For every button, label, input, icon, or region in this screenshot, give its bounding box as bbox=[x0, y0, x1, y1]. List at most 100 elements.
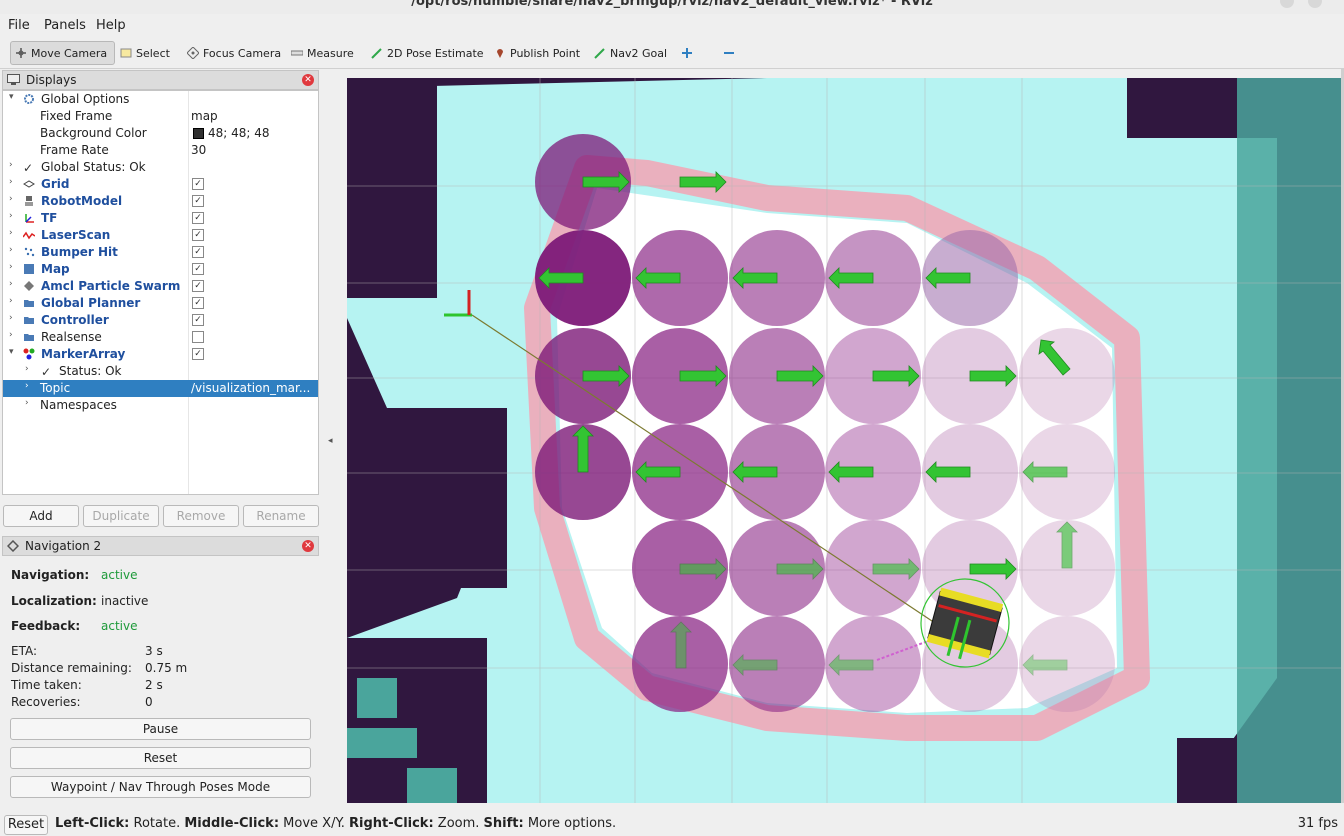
close-icon[interactable]: ✕ bbox=[302, 74, 314, 86]
collapsed-arrow-icon[interactable]: › bbox=[25, 381, 29, 391]
tree-row-status-ok[interactable]: › ✓ Status: Ok bbox=[3, 363, 318, 380]
expand-arrow-icon[interactable]: ▾ bbox=[9, 347, 14, 357]
collapsed-arrow-icon[interactable]: › bbox=[25, 364, 29, 374]
reset-navigation-button[interactable]: Reset bbox=[10, 747, 311, 769]
tree-label: Background Color bbox=[40, 126, 147, 140]
menu-bar: File Panels Help bbox=[0, 14, 1344, 38]
collapsed-arrow-icon[interactable]: › bbox=[9, 228, 13, 238]
reset-view-button[interactable]: Reset bbox=[4, 815, 48, 835]
tree-label: Namespaces bbox=[40, 398, 117, 412]
displays-title: Displays bbox=[26, 73, 77, 87]
menu-panels[interactable]: Panels bbox=[44, 18, 86, 33]
tree-row-global-planner[interactable]: › Global Planner ✓ bbox=[3, 295, 318, 312]
menu-help[interactable]: Help bbox=[96, 18, 126, 33]
collapsed-arrow-icon[interactable]: › bbox=[9, 211, 13, 221]
tree-row-bumper-hit[interactable]: › Bumper Hit ✓ bbox=[3, 244, 318, 261]
pose-estimate-tool[interactable]: 2D Pose Estimate bbox=[367, 41, 488, 65]
remove-tool-button[interactable] bbox=[719, 41, 743, 65]
splitter-arrow-icon[interactable]: ◂ bbox=[328, 436, 333, 446]
move-camera-icon bbox=[16, 48, 26, 58]
select-tool[interactable]: Select bbox=[116, 41, 174, 65]
display-checkbox[interactable]: ✓ bbox=[192, 263, 204, 275]
move-camera-tool[interactable]: Move Camera bbox=[10, 41, 115, 65]
add-tool-button[interactable] bbox=[677, 41, 701, 65]
collapsed-arrow-icon[interactable]: › bbox=[9, 245, 13, 255]
display-checkbox[interactable]: ✓ bbox=[192, 178, 204, 190]
display-checkbox[interactable]: ✓ bbox=[192, 246, 204, 258]
add-button[interactable]: Add bbox=[3, 505, 79, 527]
frame-rate-value[interactable]: 30 bbox=[191, 143, 206, 157]
tree-row-global-status[interactable]: › ✓ Global Status: Ok bbox=[3, 159, 318, 176]
collapsed-arrow-icon[interactable]: › bbox=[9, 313, 13, 323]
focus-camera-tool[interactable]: Focus Camera bbox=[183, 41, 285, 65]
tree-row-background-color[interactable]: Background Color 48; 48; 48 bbox=[3, 125, 318, 142]
tree-row-map[interactable]: › Map ✓ bbox=[3, 261, 318, 278]
color-swatch[interactable] bbox=[193, 128, 204, 139]
recoveries-label: Recoveries: bbox=[11, 695, 81, 709]
tree-row-markerarray[interactable]: ▾ MarkerArray ✓ bbox=[3, 346, 318, 363]
tree-row-topic[interactable]: › Topic /visualization_mar... bbox=[3, 380, 318, 397]
publish-point-label: Publish Point bbox=[510, 46, 581, 60]
collapsed-arrow-icon[interactable]: › bbox=[9, 330, 13, 340]
collapsed-arrow-icon[interactable]: › bbox=[9, 262, 13, 272]
display-checkbox[interactable]: ✓ bbox=[192, 280, 204, 292]
pause-button[interactable]: Pause bbox=[10, 718, 311, 740]
map-pin-icon bbox=[497, 49, 503, 58]
collapsed-arrow-icon[interactable]: › bbox=[9, 160, 13, 170]
tree-row-realsense[interactable]: › Realsense bbox=[3, 329, 318, 346]
menu-file[interactable]: File bbox=[8, 18, 30, 33]
tree-label: Global Options bbox=[41, 92, 130, 106]
remove-button[interactable]: Remove bbox=[163, 505, 239, 527]
folder-icon bbox=[24, 300, 34, 307]
tree-row-robotmodel[interactable]: › RobotModel ✓ bbox=[3, 193, 318, 210]
collapsed-arrow-icon[interactable]: › bbox=[9, 177, 13, 187]
collapsed-arrow-icon[interactable]: › bbox=[9, 279, 13, 289]
rename-button[interactable]: Rename bbox=[243, 505, 319, 527]
tree-row-tf[interactable]: › TF ✓ bbox=[3, 210, 318, 227]
tree-label: Realsense bbox=[41, 330, 102, 344]
close-icon[interactable]: ✕ bbox=[302, 540, 314, 552]
display-checkbox[interactable]: ✓ bbox=[192, 195, 204, 207]
waypoint-mode-button[interactable]: Waypoint / Nav Through Poses Mode bbox=[10, 776, 311, 798]
folder-icon bbox=[24, 334, 34, 341]
tree-row-controller[interactable]: › Controller ✓ bbox=[3, 312, 318, 329]
unknown-area bbox=[387, 408, 507, 588]
point-cloud-icon bbox=[24, 247, 35, 257]
display-checkbox[interactable]: ✓ bbox=[192, 348, 204, 360]
feedback-label: Feedback: bbox=[11, 619, 81, 633]
tree-row-grid[interactable]: › Grid ✓ bbox=[3, 176, 318, 193]
measure-tool[interactable]: Measure bbox=[287, 41, 358, 65]
ruler-icon bbox=[291, 50, 303, 56]
nav2-goal-tool[interactable]: Nav2 Goal bbox=[590, 41, 671, 65]
background-color-value[interactable]: 48; 48; 48 bbox=[208, 126, 270, 140]
tree-row-global-options[interactable]: ▾ Global Options bbox=[3, 91, 318, 108]
pose-arrow-icon bbox=[371, 48, 382, 59]
tree-label: Grid bbox=[41, 177, 70, 191]
tree-row-laserscan[interactable]: › LaserScan ✓ bbox=[3, 227, 318, 244]
render-viewport[interactable] bbox=[347, 78, 1341, 803]
hint-text: Move X/Y. bbox=[279, 816, 350, 831]
display-checkbox[interactable]: ✓ bbox=[192, 314, 204, 326]
hint-text: Zoom. bbox=[433, 816, 484, 831]
publish-point-tool[interactable]: Publish Point bbox=[490, 41, 584, 65]
eta-label: ETA: bbox=[11, 644, 38, 658]
collapsed-arrow-icon[interactable]: › bbox=[9, 296, 13, 306]
tree-label: Global Planner bbox=[41, 296, 141, 310]
hint-text: Rotate. bbox=[129, 816, 185, 831]
tree-row-fixed-frame[interactable]: Fixed Frame map bbox=[3, 108, 318, 125]
display-checkbox[interactable]: ✓ bbox=[192, 229, 204, 241]
collapsed-arrow-icon[interactable]: › bbox=[25, 398, 29, 408]
display-checkbox[interactable]: ✓ bbox=[192, 297, 204, 309]
display-checkbox[interactable]: ✓ bbox=[192, 212, 204, 224]
fixed-frame-value[interactable]: map bbox=[191, 109, 218, 123]
duplicate-button[interactable]: Duplicate bbox=[83, 505, 159, 527]
tree-row-namespaces[interactable]: › Namespaces bbox=[3, 397, 318, 414]
topic-value[interactable]: /visualization_mar... bbox=[191, 381, 310, 395]
tree-row-frame-rate[interactable]: Frame Rate 30 bbox=[3, 142, 318, 159]
checkmark-icon: ✓ bbox=[23, 161, 34, 175]
collapsed-arrow-icon[interactable]: › bbox=[9, 194, 13, 204]
tree-row-amcl-particle-swarm[interactable]: › Amcl Particle Swarm ✓ bbox=[3, 278, 318, 295]
localization-label: Localization: bbox=[11, 594, 97, 608]
display-checkbox[interactable] bbox=[192, 331, 204, 343]
expand-arrow-icon[interactable]: ▾ bbox=[9, 92, 14, 102]
